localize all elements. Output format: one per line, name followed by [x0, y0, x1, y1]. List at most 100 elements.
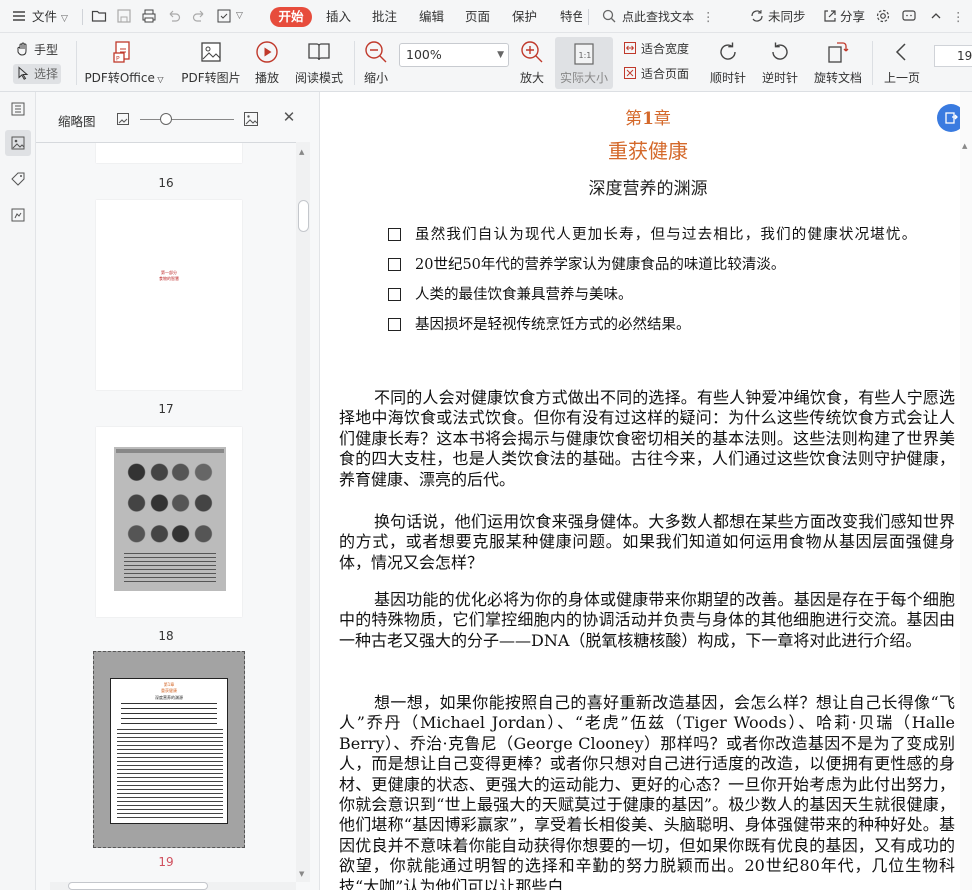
thumbnail-vertical-scrollbar[interactable]: ▲ ▼ [296, 142, 310, 882]
fit-width-button[interactable]: 适合宽度 [623, 39, 689, 59]
thumbnail-page-17[interactable]: 第一部分 食物的智慧 [96, 200, 242, 390]
previous-page-button[interactable]: 上一页 [880, 33, 924, 92]
list-item: 虽然我们自认为现代人更加长寿，但与过去相比，我们的健康状况堪忧。 [353, 225, 953, 245]
zoom-dropdown-icon: ▼ [497, 50, 504, 60]
body-paragraph: 不同的人会对健康饮食方式做出不同的选择。有些人钟爱冲绳饮食，有些人宁愿选择地中海… [339, 388, 955, 489]
thumbnail-horizontal-scrollbar[interactable] [50, 882, 296, 890]
svg-text:1:1: 1:1 [579, 51, 592, 60]
search-icon[interactable] [600, 7, 618, 25]
quick-tool-dropdown-icon[interactable]: ▽ [236, 0, 243, 33]
overflow-menu-icon[interactable]: ⋮ [952, 0, 965, 33]
rotate-counterclockwise-button[interactable]: 逆时针 [758, 33, 802, 92]
thumbnail-page-16[interactable] [96, 143, 242, 163]
tab-features[interactable]: 特色 [560, 0, 582, 33]
document-vertical-scrollbar[interactable]: ▲ [960, 92, 972, 890]
document-view[interactable]: 第1章 重获健康 深度营养的渊源 虽然我们自认为现代人更加长寿，但与过去相比，我… [320, 92, 972, 890]
thumbnail-scroll-thumb[interactable] [298, 200, 309, 232]
page-number-input[interactable]: 19 [934, 45, 972, 67]
tab-insert[interactable]: 插入 [326, 0, 351, 33]
rotate-clockwise-button[interactable]: 顺时针 [706, 33, 750, 92]
tab-page[interactable]: 页面 [465, 0, 490, 33]
scroll-down-arrow-icon[interactable]: ▼ [299, 870, 304, 878]
fit-page-icon [623, 66, 637, 80]
checkbox-bullet-icon [388, 258, 401, 271]
sync-icon[interactable] [748, 7, 766, 25]
zoom-level-select[interactable]: 100% ▼ [399, 43, 509, 67]
pdf-to-image-icon [198, 39, 224, 65]
chapter-title: 重获健康 [608, 139, 688, 163]
thumbnail-page-18[interactable] [96, 427, 242, 617]
pdf-to-office-icon: P [111, 39, 137, 65]
hamburger-menu-icon[interactable] [10, 7, 28, 25]
chevron-left-icon [889, 39, 915, 65]
zoom-in-button[interactable]: 放大 [515, 33, 549, 92]
close-icon[interactable]: ✕ [282, 110, 296, 125]
undo-icon[interactable] [165, 7, 183, 25]
tab-protect[interactable]: 保护 [512, 0, 537, 33]
rotate-document-button[interactable]: 旋转文档 [810, 33, 866, 92]
bookmark-tag-icon[interactable] [5, 166, 31, 192]
list-item: 20世纪50年代的营养学家认为健康食品的味道比较清淡。 [353, 255, 953, 275]
select-tool-button[interactable]: 选择 [13, 64, 62, 84]
convert-icon [945, 112, 958, 124]
pdf-to-image-button[interactable]: PDF转图片 [178, 33, 244, 92]
thumbnail-page-number: 16 [158, 176, 174, 190]
tab-annotate[interactable]: 批注 [372, 0, 397, 33]
minimize-ribbon-icon[interactable] [927, 7, 945, 25]
body-paragraph: 换句话说，他们运用饮食来强身健体。大多数人都想在某些方面改变我们感知世界的方式，… [339, 512, 955, 572]
pdf-to-office-button[interactable]: P PDF转Office ▽ [84, 33, 164, 92]
outline-panel-icon[interactable] [5, 96, 31, 122]
menu-bar: 文件 ▽ ▽ 开始 插入 批注 编辑 页面 保护 特色 点此查找文本 ⋮ 未同步… [0, 0, 972, 33]
thumbnail-size-slider[interactable] [140, 119, 234, 120]
zoom-out-button[interactable]: 缩小 [359, 33, 393, 92]
zoom-out-icon [363, 39, 389, 65]
thumbnail-size-slider-handle[interactable] [160, 113, 172, 125]
doc-scroll-up-arrow-icon[interactable]: ▲ [962, 142, 967, 150]
play-button[interactable]: 播放 [250, 33, 284, 92]
rotate-document-icon [825, 39, 851, 65]
file-menu[interactable]: 文件 ▽ [32, 0, 68, 33]
thumbnail-list: 16 第一部分 食物的智慧 17 18 第1章 重获健康 深度营养的渊源 19 [36, 142, 296, 890]
actual-size-button[interactable]: 1:1 实际大小 [555, 37, 613, 89]
list-item: 人类的最佳饮食兼具营养与美味。 [353, 285, 953, 305]
read-mode-button[interactable]: 阅读模式 [292, 33, 346, 92]
key-points-list: 虽然我们自认为现代人更加长寿，但与过去相比，我们的健康状况堪忧。 20世纪50年… [353, 225, 953, 345]
svg-text:P: P [116, 56, 120, 63]
tab-edit[interactable]: 编辑 [419, 0, 444, 33]
checkbox-bullet-icon [388, 228, 401, 241]
feedback-icon[interactable] [900, 7, 918, 25]
thumbnail-hscroll-thumb[interactable] [68, 882, 208, 890]
small-thumbnail-icon[interactable] [116, 112, 130, 126]
scroll-up-arrow-icon[interactable]: ▲ [299, 148, 304, 156]
body-paragraph: 想一想，如果你能按照自己的喜好重新改造基因，会怎么样？想让自己长得像“飞人”乔丹… [339, 693, 955, 890]
thumbnail-page-19-selected[interactable]: 第1章 重获健康 深度营养的渊源 [93, 651, 245, 848]
book-icon [306, 39, 332, 65]
thumbnail-title: 缩略图 [58, 114, 96, 129]
thumbnail-header: 缩略图 ✕ [36, 92, 320, 142]
share-icon[interactable] [821, 7, 839, 25]
portrait-collage-image [114, 447, 226, 591]
search-input[interactable]: 点此查找文本 [622, 6, 734, 28]
hand-tool-button[interactable]: 手型 [16, 40, 58, 60]
open-folder-icon[interactable] [90, 7, 108, 25]
save-icon[interactable] [115, 7, 133, 25]
print-icon[interactable] [140, 7, 158, 25]
settings-gear-icon[interactable] [874, 7, 892, 25]
body-paragraph: 基因功能的优化必将为你的身体或健康带来你期望的改善。基因是存在于每个细胞中的特殊… [339, 590, 955, 650]
more-options-icon[interactable]: ⋮ [702, 0, 715, 33]
thumbnail-panel-icon[interactable] [5, 130, 31, 156]
large-thumbnail-icon[interactable] [243, 111, 259, 127]
fit-page-button[interactable]: 适合页面 [623, 64, 689, 84]
annotation-panel-icon[interactable] [5, 202, 31, 228]
share-button[interactable]: 分享 [840, 0, 865, 33]
chapter-subtitle: 深度营养的渊源 [588, 179, 708, 199]
rotate-counterclockwise-icon [767, 39, 793, 65]
thumbnail-page-number: 18 [158, 629, 174, 643]
list-item: 基因损坏是轻视传统烹饪方式的必然结果。 [353, 315, 953, 335]
quick-tool-icon[interactable] [215, 7, 233, 25]
redo-icon[interactable] [190, 7, 208, 25]
sync-status[interactable]: 未同步 [768, 0, 806, 33]
fit-width-icon [623, 41, 637, 55]
actual-size-icon: 1:1 [571, 41, 597, 67]
tab-home[interactable]: 开始 [270, 7, 312, 27]
